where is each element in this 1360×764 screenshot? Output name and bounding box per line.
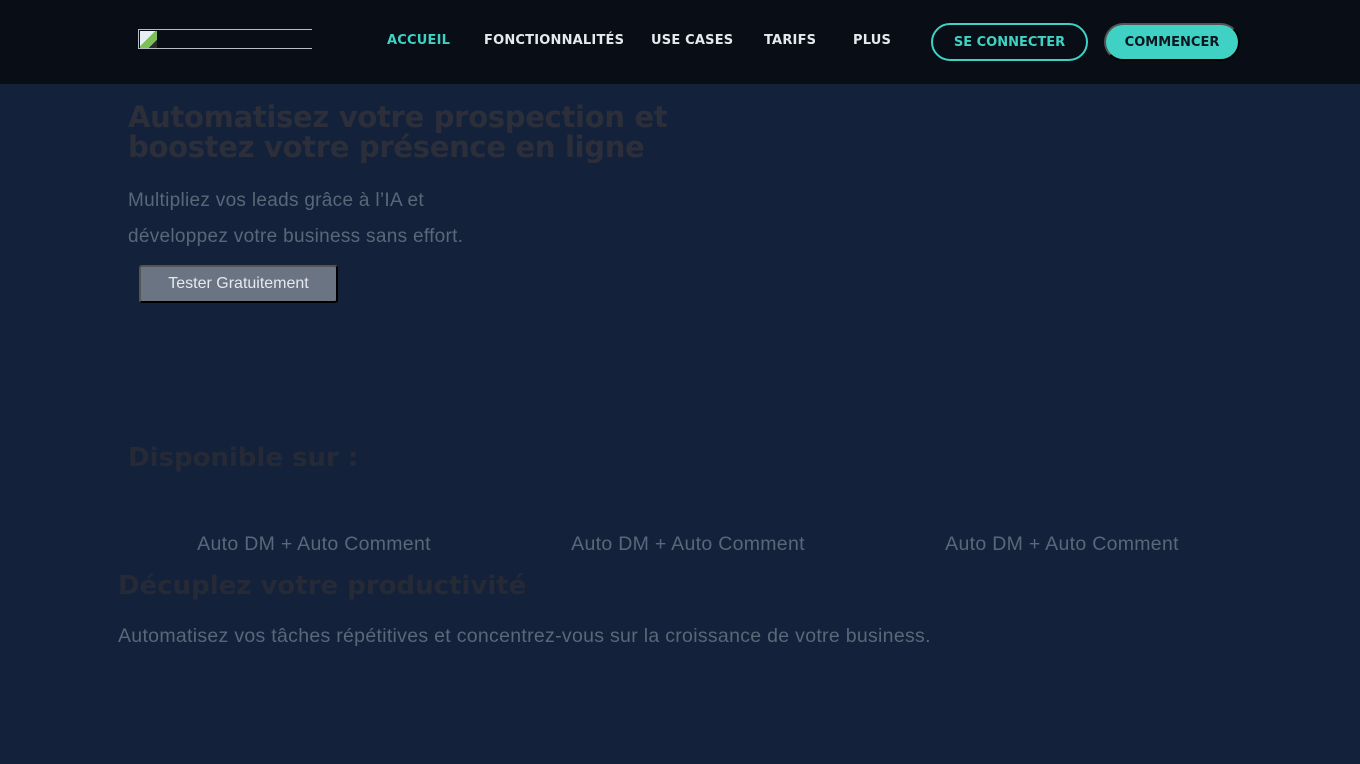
productivity-title: Décuplez votre productivité: [118, 571, 527, 601]
nav-tarifs[interactable]: TARIFS: [764, 33, 816, 48]
feature-label: Auto DM + Auto Comment: [571, 533, 805, 555]
hero-subtitle: Multipliez vos leads grâce à l’IA et dév…: [128, 190, 464, 247]
hero-title: Automatisez votre prospection et boostez…: [128, 100, 668, 164]
feature-label: Auto DM + Auto Comment: [197, 533, 431, 555]
available-title: Disponible sur :: [128, 443, 359, 473]
nav-fonctionnalites[interactable]: FONCTIONNALITÉS: [484, 33, 624, 48]
nav-accueil[interactable]: ACCUEIL: [387, 33, 450, 48]
free-trial-button[interactable]: Tester Gratuitement: [139, 265, 338, 303]
productivity-subtitle: Automatisez vos tâches répétitives et co…: [118, 625, 931, 647]
nav-use-cases[interactable]: USE CASES: [651, 33, 733, 48]
logo[interactable]: [138, 29, 312, 49]
start-button[interactable]: COMMENCER: [1104, 23, 1240, 61]
login-button[interactable]: SE CONNECTER: [931, 23, 1088, 61]
broken-image-icon: [140, 31, 157, 48]
nav-plus[interactable]: PLUS: [853, 33, 891, 48]
site-header: ACCUEIL FONCTIONNALITÉS USE CASES TARIFS…: [0, 0, 1360, 84]
feature-label: Auto DM + Auto Comment: [945, 533, 1179, 555]
